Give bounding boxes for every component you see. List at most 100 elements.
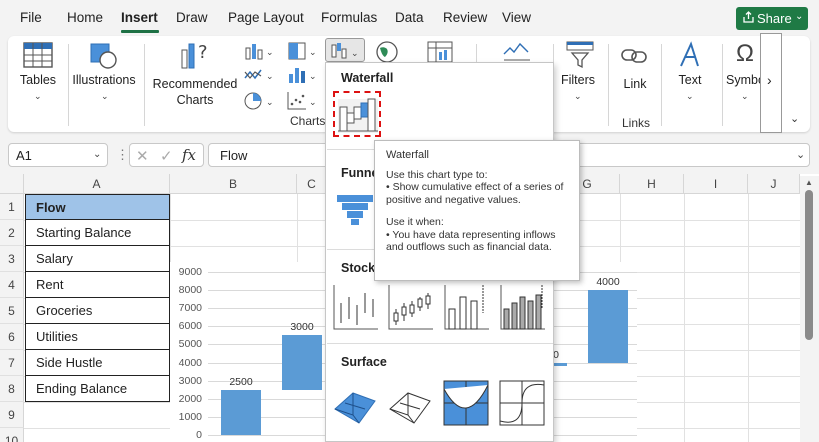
filters-label[interactable]: Filters [556, 72, 600, 89]
waterfall-bar[interactable] [282, 335, 322, 390]
menu-home[interactable]: Home [67, 10, 103, 25]
divider [144, 44, 145, 126]
tooltip-use-when: Use it when: • You have data representin… [386, 216, 556, 253]
row-header[interactable]: 5 [0, 298, 24, 324]
collapse-ribbon-icon[interactable]: ⌄ [790, 112, 799, 125]
menu-draw[interactable]: Draw [176, 10, 208, 25]
ribbon-scroll-right-button[interactable]: › [760, 33, 782, 133]
column-header-c[interactable]: C [297, 174, 327, 194]
waterfall-bar[interactable] [588, 290, 628, 363]
row-header[interactable]: 10 [0, 428, 24, 442]
cancel-icon[interactable]: ✕ [136, 147, 149, 165]
tooltip-description: Use this chart type to: • Show cumulativ… [386, 168, 564, 206]
row-header[interactable]: 9 [0, 402, 24, 428]
row-header[interactable]: 1 [0, 194, 24, 220]
recommended-charts-icon[interactable]: ? [180, 40, 214, 70]
chevron-down-icon[interactable]: ⌄ [34, 91, 42, 102]
svg-text:⌄: ⌄ [266, 71, 274, 81]
chevron-down-icon[interactable]: ⌄ [686, 91, 694, 102]
row-header[interactable]: 8 [0, 376, 24, 402]
cell-a7[interactable]: Side Hustle [25, 350, 170, 376]
cell-a1[interactable]: Flow [25, 194, 170, 220]
active-tab-indicator [121, 30, 159, 33]
contour-option[interactable] [442, 379, 490, 426]
waterfall-chart[interactable]: 9000 8000 7000 6000 5000 4000 3000 2000 1000 0 250… [170, 262, 330, 442]
column-header-b[interactable]: B [170, 174, 297, 194]
filter-icon[interactable] [564, 40, 596, 70]
row-header[interactable]: 3 [0, 246, 24, 272]
link-label[interactable]: Link [614, 76, 656, 93]
waterfall-chart-option[interactable] [333, 91, 381, 137]
stock-hlc-option[interactable] [331, 283, 379, 330]
chevron-down-icon[interactable]: ⌄ [574, 91, 582, 102]
check-icon[interactable]: ✓ [160, 147, 173, 165]
row-header[interactable]: 7 [0, 350, 24, 376]
waterfall-bar[interactable] [221, 389, 261, 435]
row-header[interactable]: 6 [0, 324, 24, 350]
y-tick-label: 1000 [178, 410, 202, 423]
row-header[interactable]: 2 [0, 220, 24, 246]
cell-a3[interactable]: Salary [25, 246, 170, 272]
text-icon[interactable] [676, 40, 706, 70]
charts-group-label: Charts [290, 114, 326, 128]
scroll-up-icon[interactable]: ▲ [805, 178, 813, 187]
y-tick-label: 7000 [178, 302, 202, 315]
illustrations-icon[interactable] [88, 40, 120, 70]
menu-view[interactable]: View [502, 10, 531, 25]
link-icon[interactable] [620, 44, 650, 68]
hierarchy-chart-icon[interactable]: ⌄ [286, 40, 318, 62]
cell-a4[interactable]: Rent [25, 272, 170, 298]
bar-chart-icon[interactable]: ⌄ [286, 64, 318, 86]
text-label[interactable]: Text [670, 72, 710, 89]
menu-review[interactable]: Review [443, 10, 487, 25]
recommended-charts-label-line2[interactable]: Charts [150, 92, 240, 109]
recommended-charts-label[interactable]: Recommended [150, 76, 240, 93]
cell-a6[interactable]: Utilities [25, 324, 170, 350]
sparklines-icon[interactable] [502, 40, 532, 64]
stock-vohlc-option[interactable] [498, 283, 546, 330]
cell-a2[interactable]: Starting Balance [25, 220, 170, 246]
cell-a8[interactable]: Ending Balance [25, 376, 170, 402]
table-icon[interactable] [22, 40, 54, 70]
chevron-down-icon[interactable]: ⌄ [741, 91, 749, 102]
share-label: Share [757, 11, 792, 26]
cell-a5[interactable]: Groceries [25, 298, 170, 324]
column-header-a[interactable]: A [24, 174, 170, 194]
scrollbar-thumb[interactable] [805, 190, 813, 340]
wireframe-contour-option[interactable] [498, 379, 546, 426]
tables-label[interactable]: Tables [14, 72, 62, 89]
column-header-j[interactable]: J [748, 174, 800, 194]
more-icon[interactable]: ⋮ [116, 147, 129, 163]
menu-insert[interactable]: Insert [121, 10, 158, 25]
omega-icon[interactable]: Ω [736, 40, 754, 68]
menu-formulas[interactable]: Formulas [321, 10, 377, 25]
vertical-scrollbar[interactable]: ▲ [800, 176, 819, 442]
surface-3d-option[interactable] [331, 379, 379, 425]
stock-section-title: Stock [341, 261, 376, 275]
menu-file[interactable]: File [20, 10, 42, 25]
column-chart-icon[interactable]: ⌄ [243, 40, 275, 62]
insert-function-icon[interactable]: fx [182, 146, 196, 164]
row-header[interactable]: 4 [0, 272, 24, 298]
waterfall-chart-button[interactable]: ⌄ [325, 38, 365, 62]
gridline [208, 272, 330, 273]
select-all-corner[interactable] [0, 174, 24, 194]
data-label: 3000 [290, 321, 314, 334]
scatter-chart-icon[interactable]: ⌄ [286, 90, 318, 112]
illustrations-label[interactable]: Illustrations [72, 72, 136, 89]
share-button[interactable]: Share ⌄ [736, 7, 808, 30]
pie-chart-icon[interactable]: ⌄ [243, 90, 275, 112]
name-box[interactable]: A1 ⌄ [8, 143, 108, 167]
stock-ohlc-option[interactable] [386, 283, 434, 330]
chevron-down-icon[interactable]: ⌄ [796, 148, 805, 161]
menu-page-layout[interactable]: Page Layout [228, 10, 304, 25]
line-chart-icon[interactable]: ⌄ [243, 64, 275, 86]
column-header-i[interactable]: I [684, 174, 748, 194]
menu-data[interactable]: Data [395, 10, 424, 25]
column-header-h[interactable]: H [620, 174, 684, 194]
menu-bar: File Home Insert Draw Page Layout Formul… [0, 0, 819, 36]
stock-vhlc-option[interactable] [442, 283, 490, 330]
chevron-down-icon[interactable]: ⌄ [101, 91, 109, 102]
wireframe-surface-option[interactable] [386, 379, 434, 425]
chevron-down-icon[interactable]: ⌄ [93, 149, 101, 160]
